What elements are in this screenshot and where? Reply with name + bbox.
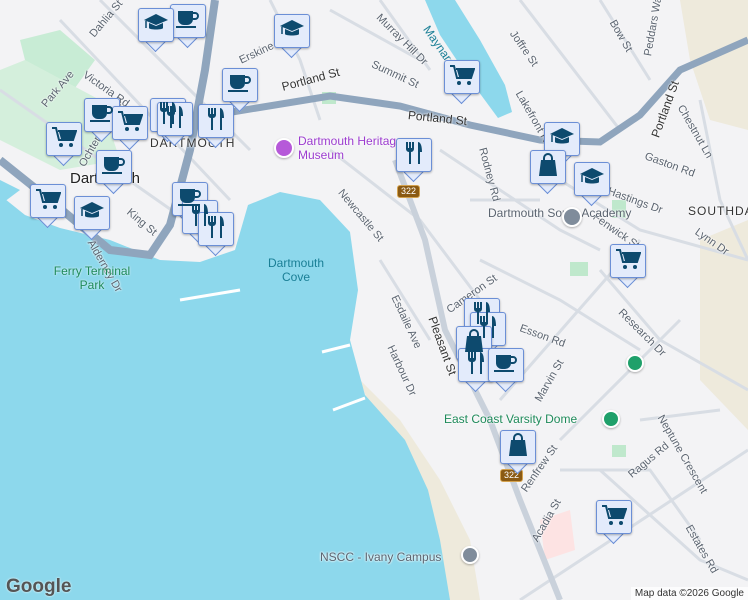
shopping-cart-icon — [117, 110, 144, 137]
marker-box — [396, 138, 432, 172]
marker-shopping-bag[interactable] — [500, 430, 536, 475]
shopping-cart-icon — [35, 188, 62, 215]
shopping-bag-icon — [507, 432, 529, 462]
marker-box — [596, 500, 632, 534]
marker-cafe[interactable] — [170, 4, 206, 49]
marker-box — [170, 4, 206, 38]
place-pin-icon[interactable] — [626, 354, 644, 372]
marker-school[interactable] — [274, 14, 310, 59]
marker-shopping-cart[interactable] — [610, 244, 646, 289]
marker-shopping-bag[interactable] — [530, 150, 566, 195]
water-label: Dartmouth Cove — [267, 256, 325, 284]
cafe-icon — [228, 73, 252, 98]
restaurant-icon — [466, 351, 486, 380]
marker-shopping-cart[interactable] — [112, 106, 148, 151]
marker-box — [112, 106, 148, 140]
marker-box — [274, 14, 310, 48]
school-icon — [79, 201, 105, 226]
restaurant-icon — [206, 107, 226, 136]
restaurant-icon — [404, 141, 424, 170]
shopping-cart-icon — [615, 248, 642, 275]
school-icon — [143, 13, 169, 38]
poi-label[interactable]: Dartmouth South Academy — [488, 206, 631, 220]
museum-icon — [274, 138, 294, 158]
marker-shopping-cart[interactable] — [30, 184, 66, 229]
marker-box — [74, 196, 110, 230]
marker-box — [30, 184, 66, 218]
cafe-icon — [90, 103, 114, 128]
marker-box — [138, 8, 174, 42]
marker-school[interactable] — [574, 162, 610, 207]
marker-box — [488, 348, 524, 382]
marker-cafe[interactable] — [96, 150, 132, 195]
marker-restaurant[interactable] — [396, 138, 432, 183]
route-shield: 322 — [397, 185, 421, 198]
school-icon — [579, 167, 605, 192]
marker-box — [574, 162, 610, 196]
school-icon — [279, 19, 305, 44]
poi-label[interactable]: East Coast Varsity Dome — [444, 412, 577, 426]
cafe-icon — [494, 353, 518, 378]
shopping-cart-icon — [51, 126, 78, 153]
cafe-icon — [176, 9, 200, 34]
poi-label[interactable]: NSCC - Ivany Campus — [320, 550, 441, 564]
shopping-cart-icon — [601, 504, 628, 531]
marker-box — [96, 150, 132, 184]
marker-school[interactable] — [138, 8, 174, 53]
shopping-cart-icon — [449, 64, 476, 91]
marker-box — [46, 122, 82, 156]
marker-shopping-cart[interactable] — [444, 60, 480, 105]
shopping-bag-icon — [537, 152, 559, 182]
neighborhood-label: SOUTHDALE — [688, 204, 748, 218]
marker-shopping-cart[interactable] — [46, 122, 82, 167]
school-pin-icon[interactable] — [562, 207, 582, 227]
map-attribution[interactable]: Map data ©2026 Google — [630, 587, 748, 600]
marker-school[interactable] — [74, 196, 110, 241]
marker-box — [222, 68, 258, 102]
marker-box — [444, 60, 480, 94]
place-pin-icon[interactable] — [602, 410, 620, 428]
marker-box — [198, 104, 234, 138]
marker-box — [530, 150, 566, 184]
cafe-icon — [102, 155, 126, 180]
marker-restaurant[interactable] — [198, 104, 234, 149]
marker-shopping-cart[interactable] — [596, 500, 632, 545]
marker-cafe[interactable] — [488, 348, 524, 393]
school-pin-icon[interactable] — [461, 546, 479, 564]
restaurant-icon — [206, 215, 226, 244]
marker-box — [610, 244, 646, 278]
park-label: Ferry Terminal Park — [53, 264, 131, 292]
restaurant-icon — [165, 105, 185, 134]
google-logo: Google — [6, 576, 72, 597]
school-icon — [549, 127, 575, 152]
marker-box — [500, 430, 536, 464]
